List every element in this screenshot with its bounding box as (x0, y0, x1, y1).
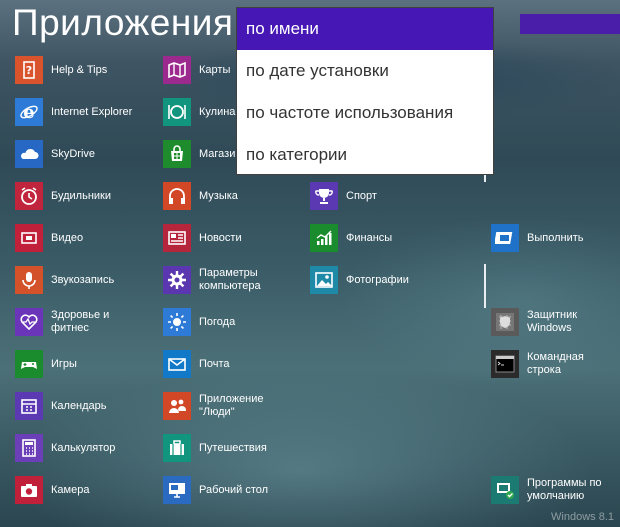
group-divider (484, 264, 486, 308)
video-icon (15, 224, 43, 252)
calendar-icon (15, 392, 43, 420)
store-icon (163, 140, 191, 168)
map-icon (163, 56, 191, 84)
news-icon (163, 224, 191, 252)
people-icon (163, 392, 191, 420)
app-tile-cloud[interactable]: SkyDrive (15, 139, 95, 169)
app-label: Приложение "Люди" (199, 393, 264, 418)
app-tile-defender[interactable]: Защитник Windows (491, 307, 577, 337)
ie-icon: e (15, 98, 43, 126)
app-label: Новости (199, 231, 242, 244)
app-tile-cmd[interactable]: Командная строка (491, 349, 620, 379)
app-tile-heart[interactable]: Здоровье и фитнес (15, 307, 109, 337)
mail-icon (163, 350, 191, 378)
app-tile-chart[interactable]: Финансы (310, 223, 392, 253)
defender-icon (491, 308, 519, 336)
sort-by-usage-option[interactable]: по частоте использования (237, 92, 493, 134)
run-icon (491, 224, 519, 252)
app-tile-mail[interactable]: Почта (163, 349, 230, 379)
app-tile-run[interactable]: Выполнить (491, 223, 583, 253)
help-icon: ? (15, 56, 43, 84)
app-tile-calculator[interactable]: Калькулятор (15, 433, 115, 463)
gamepad-icon (15, 350, 43, 378)
app-tile-help[interactable]: ? Help & Tips (15, 55, 107, 85)
account-bar[interactable] (520, 14, 620, 34)
app-label: Камера (51, 483, 90, 496)
camera-icon (15, 476, 43, 504)
app-tile-map[interactable]: Карты (163, 55, 230, 85)
app-label: Рабочий стол (199, 483, 269, 496)
app-label: Калькулятор (51, 441, 116, 454)
app-tile-calendar[interactable]: Календарь (15, 391, 107, 421)
app-label: Выполнить (527, 231, 584, 244)
app-label: Почта (199, 357, 230, 370)
app-tile-gamepad[interactable]: Игры (15, 349, 77, 379)
alarm-icon (15, 182, 43, 210)
app-label: Погода (199, 315, 236, 328)
mic-icon (15, 266, 43, 294)
app-tile-camera[interactable]: Камера (15, 475, 89, 505)
app-label: Программы по умолчанию (527, 477, 602, 502)
app-tile-news[interactable]: Новости (163, 223, 242, 253)
cloud-icon (15, 140, 43, 168)
app-tile-food[interactable]: Кулинар (163, 97, 242, 127)
app-tile-headphones[interactable]: Музыка (163, 181, 238, 211)
app-label: Help & Tips (51, 63, 108, 76)
calculator-icon (15, 434, 43, 462)
app-label: Карты (199, 63, 231, 76)
sort-by-install-date-option[interactable]: по дате установки (237, 50, 493, 92)
chart-icon (310, 224, 338, 252)
app-label: SkyDrive (51, 147, 96, 160)
sort-by-name-option[interactable]: по имени (237, 8, 493, 50)
heart-icon (15, 308, 43, 336)
suitcase-icon (163, 434, 191, 462)
app-label: Командная строка (527, 351, 584, 376)
app-label: Звукозапись (51, 273, 115, 286)
app-label: Спорт (346, 189, 377, 202)
app-label: Музыка (199, 189, 238, 202)
svg-text:?: ? (26, 64, 32, 77)
app-tile-ie[interactable]: e Internet Explorer (15, 97, 132, 127)
app-tile-desktop[interactable]: Рабочий стол (163, 475, 268, 505)
app-label: Параметры компьютера (199, 267, 261, 292)
sort-by-category-option[interactable]: по категории (237, 134, 493, 176)
desktop-icon (163, 476, 191, 504)
app-label: Internet Explorer (51, 105, 133, 118)
app-tile-trophy[interactable]: Спорт (310, 181, 377, 211)
app-label: Защитник Windows (527, 309, 578, 334)
app-label: Путешествия (199, 441, 267, 454)
app-label: Финансы (346, 231, 393, 244)
app-tile-defaults[interactable]: Программы по умолчанию (491, 475, 602, 505)
app-tile-mic[interactable]: Звукозапись (15, 265, 114, 295)
app-tile-video[interactable]: Видео (15, 223, 83, 253)
app-label: Будильники (51, 189, 112, 202)
trophy-icon (310, 182, 338, 210)
app-label: Фотографии (346, 273, 409, 286)
app-tile-photo[interactable]: Фотографии (310, 265, 409, 295)
app-tile-suitcase[interactable]: Путешествия (163, 433, 267, 463)
defaults-icon (491, 476, 519, 504)
sun-icon (163, 308, 191, 336)
app-label: Календарь (51, 399, 107, 412)
app-tile-alarm[interactable]: Будильники (15, 181, 111, 211)
windows-watermark: Windows 8.1 (551, 511, 614, 523)
page-title: Приложения (12, 2, 234, 43)
app-tile-store[interactable]: Магазин (163, 139, 241, 169)
app-tile-sun[interactable]: Погода (163, 307, 235, 337)
svg-text:e: e (23, 102, 34, 122)
app-label: Здоровье и фитнес (51, 309, 110, 334)
app-tile-gear[interactable]: Параметры компьютера (163, 265, 261, 295)
photo-icon (310, 266, 338, 294)
app-tile-people[interactable]: Приложение "Люди" (163, 391, 264, 421)
food-icon (163, 98, 191, 126)
app-label: Игры (51, 357, 77, 370)
sort-menu: по имени по дате установки по частоте ис… (236, 7, 494, 175)
headphones-icon (163, 182, 191, 210)
app-label: Видео (51, 231, 84, 244)
cmd-icon (491, 350, 519, 378)
gear-icon (163, 266, 191, 294)
